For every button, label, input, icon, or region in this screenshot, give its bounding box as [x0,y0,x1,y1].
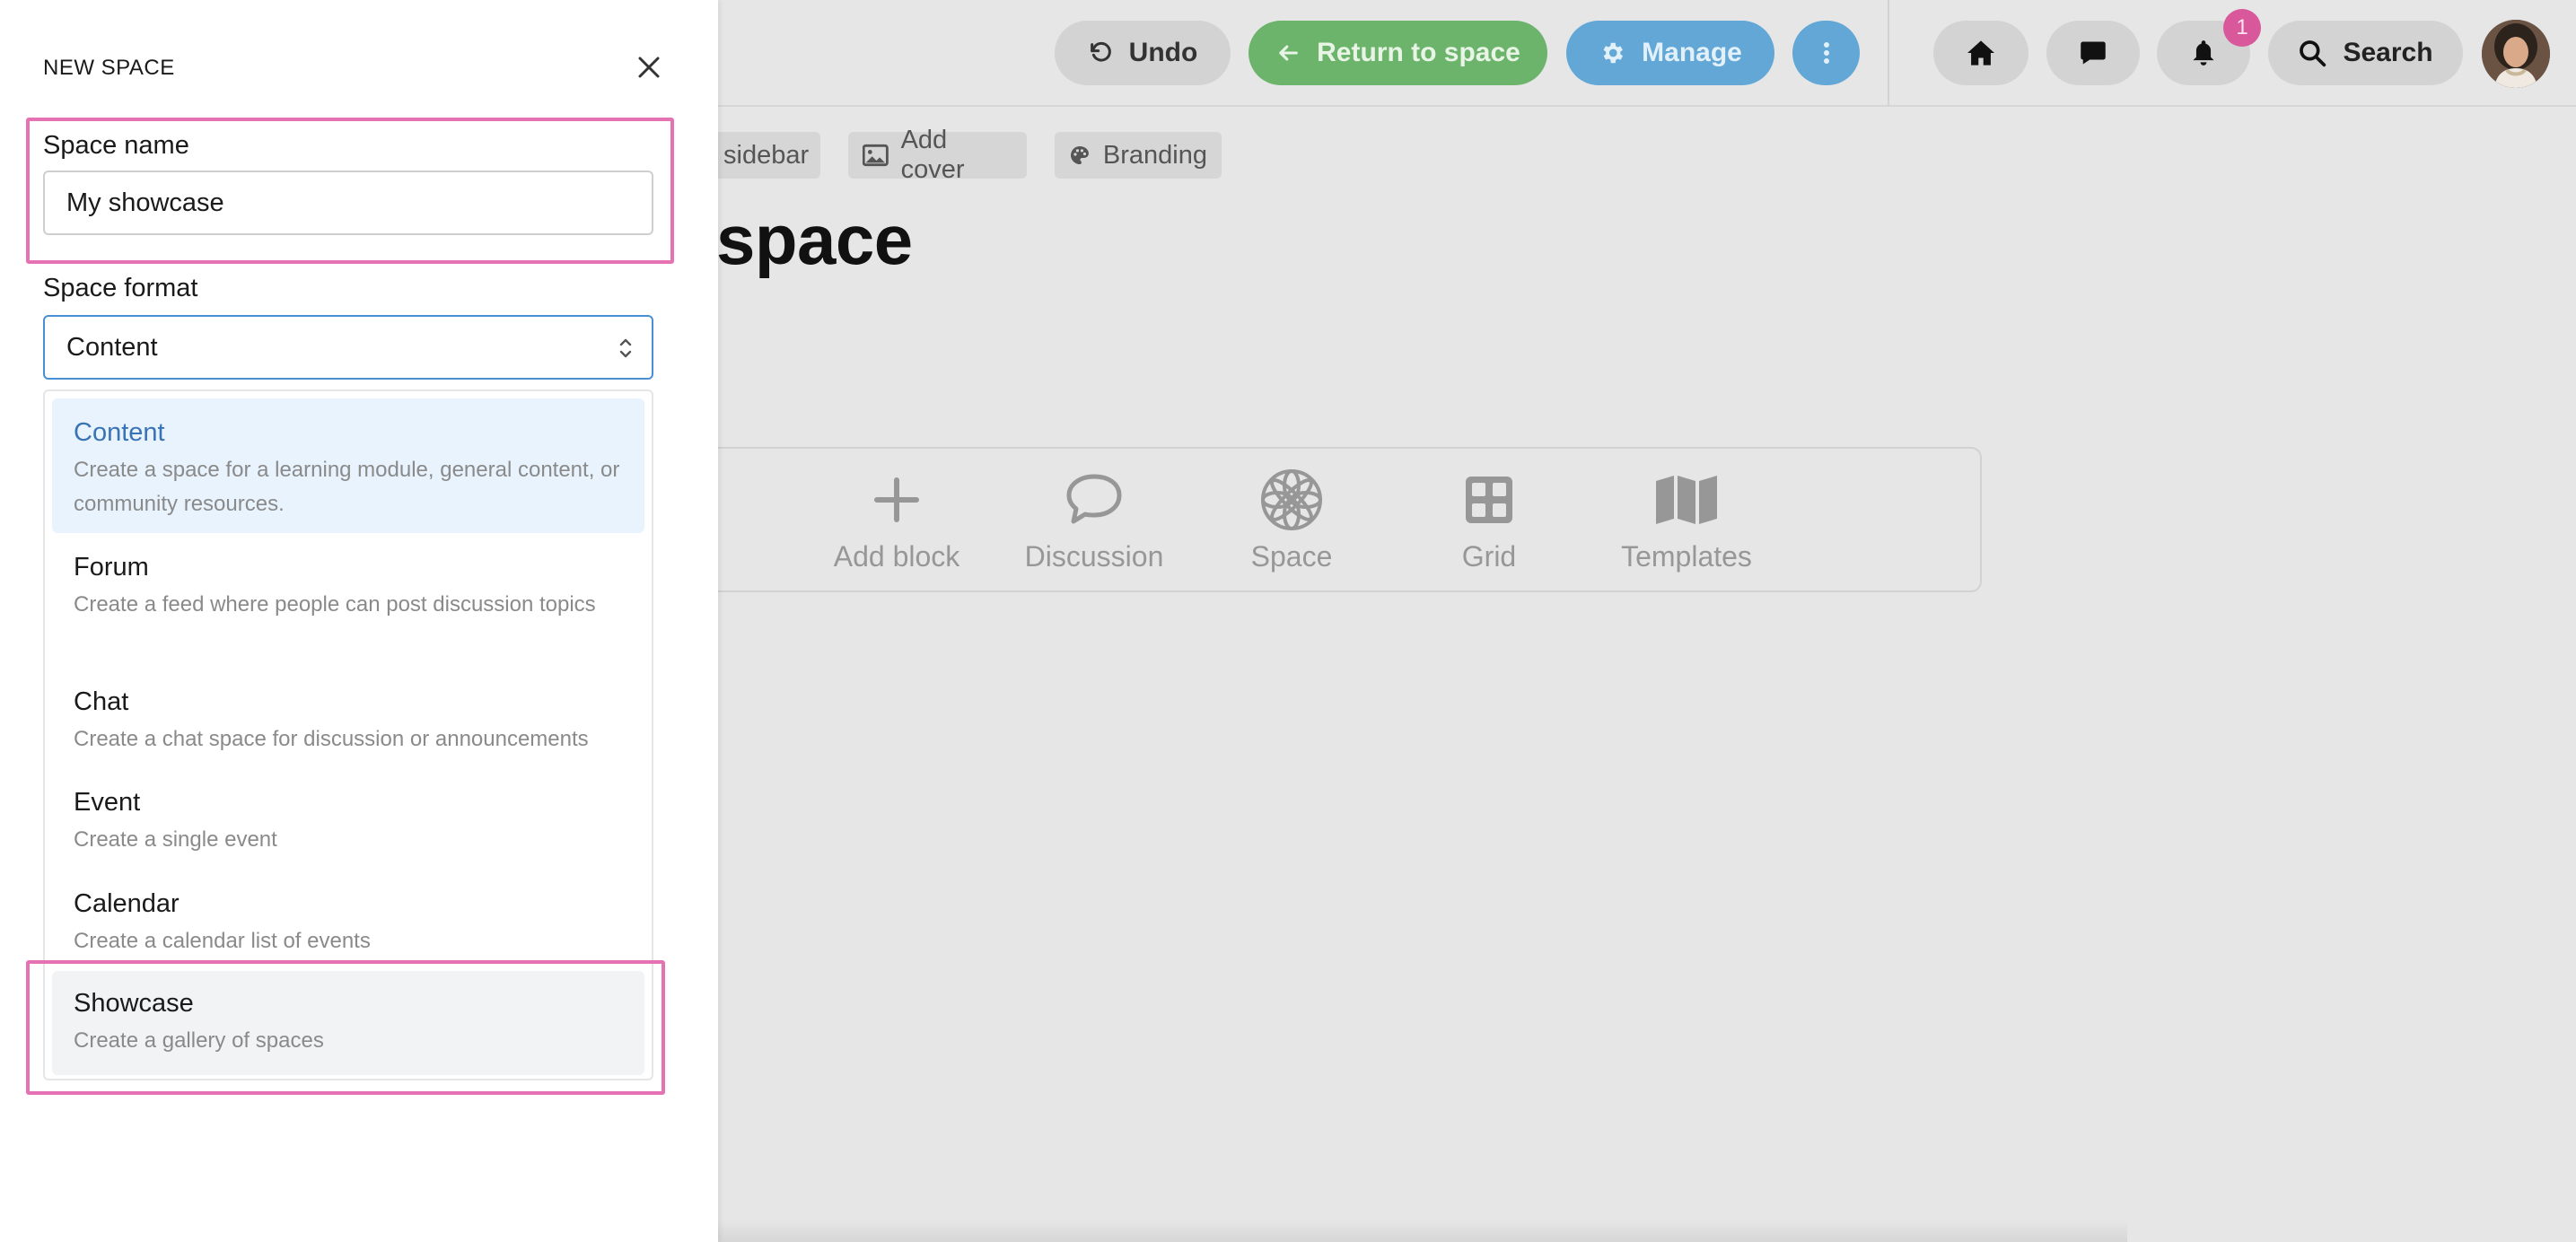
format-option-event[interactable]: Event Create a single event [52,775,644,865]
chevron-up-down-icon [619,338,632,358]
templates-block-button[interactable]: Templates [1601,468,1772,573]
return-to-space-label: Return to space [1317,38,1520,67]
palette-icon [1070,146,1089,164]
drawer-title: NEW SPACE [43,56,175,80]
home-icon [1967,40,1994,66]
map-icon [1656,476,1717,524]
space-label: Space [1250,540,1333,573]
gear-icon [1603,42,1624,64]
option-description: Create a calendar list of events [74,929,371,953]
add-cover-label: Add cover [900,126,965,184]
arrow-left-icon [1279,45,1298,61]
space-name-label: Space name [43,131,189,160]
option-description: Create a feed where people can post disc… [74,592,596,617]
return-to-space-button[interactable]: Return to space [1249,21,1547,85]
image-icon [863,144,889,167]
branding-label: Branding [1102,140,1207,170]
option-description: Create a single event [74,827,277,852]
space-format-select[interactable]: Content [43,315,653,380]
space-format-dropdown: Content Create a space for a learning mo… [43,389,653,1080]
bell-icon [2193,40,2214,66]
search-label: Search [2343,38,2433,67]
add-block-label: Add block [833,540,960,573]
chat-icon [2081,41,2106,65]
format-option-chat[interactable]: Chat Create a chat space for discussion … [52,675,644,765]
manage-label: Manage [1642,38,1742,67]
home-button[interactable] [1933,21,2028,85]
discussion-block-button[interactable]: Discussion [1009,468,1179,573]
grid-block-button[interactable]: Grid [1404,468,1574,573]
add-block-button[interactable]: Add block [811,468,982,573]
space-block-button[interactable]: Space [1206,468,1377,573]
branding-chip[interactable]: Branding [1055,132,1222,179]
flower-icon [1261,469,1322,530]
space-format-label: Space format [43,274,198,302]
close-icon [638,57,660,78]
option-title: Showcase [74,989,194,1018]
close-button[interactable] [634,52,664,83]
block-toolbar: Add block Discussion Space Grid Template… [664,447,1982,592]
option-description: Create a space for a learning module, ge… [74,458,620,516]
search-button[interactable]: Search [2268,21,2463,85]
vertical-dots-icon [1823,42,1829,64]
format-option-content[interactable]: Content Create a space for a learning mo… [52,398,644,533]
option-title: Chat [74,687,129,716]
more-options-button[interactable] [1792,21,1860,85]
sidebar-chip-label: sidebar [723,140,810,170]
undo-icon [1090,41,1111,62]
user-avatar[interactable] [2482,20,2550,88]
option-description: Create a chat space for discussion or an… [74,727,589,751]
option-description: Create a gallery of spaces [74,1028,324,1053]
messages-button[interactable] [2046,21,2140,85]
plus-icon [874,477,919,522]
add-cover-chip[interactable]: Add cover [848,126,1027,184]
templates-label: Templates [1621,540,1752,573]
page-title: space [716,200,913,279]
option-title: Content [74,418,165,447]
sidebar-chip[interactable]: sidebar [709,132,820,179]
option-title: Event [74,788,141,817]
undo-label: Undo [1128,38,1198,67]
search-icon [2300,40,2326,67]
grid-icon [1466,477,1512,523]
option-title: Forum [74,553,149,582]
undo-button[interactable]: Undo [1055,21,1231,85]
speech-bubble-icon [1066,474,1122,524]
format-option-forum[interactable]: Forum Create a feed where people can pos… [52,540,644,666]
new-space-drawer: NEW SPACE Space name Space format Conten… [0,0,718,1242]
grid-label: Grid [1461,540,1517,573]
space-name-input[interactable] [43,171,653,235]
option-title: Calendar [74,889,180,918]
space-format-selected-value: Content [66,332,158,362]
format-option-calendar[interactable]: Calendar Create a calendar list of event… [52,877,644,966]
discussion-label: Discussion [1024,540,1164,573]
notification-count-badge: 1 [2223,9,2261,47]
format-option-showcase[interactable]: Showcase Create a gallery of spaces [52,971,644,1075]
toolbar-divider [1888,0,1889,107]
manage-button[interactable]: Manage [1566,21,1774,85]
